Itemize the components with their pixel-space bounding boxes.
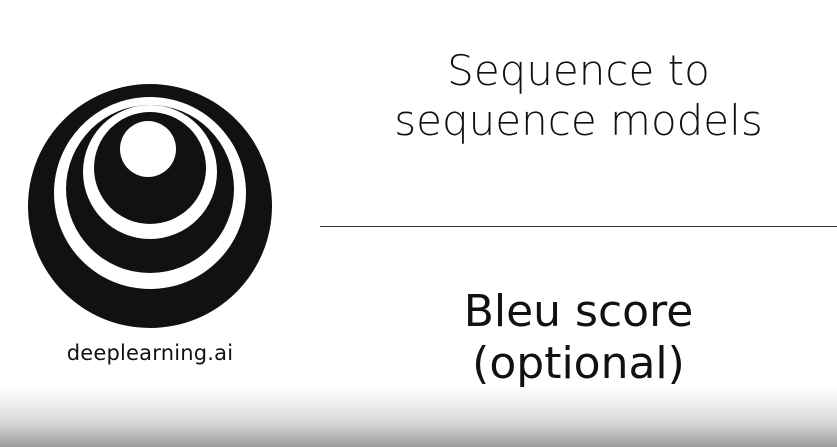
slide-title-line-1: Sequence to (447, 46, 710, 95)
brand-name: deeplearning.ai (66, 341, 234, 365)
deeplearning-logo-icon (28, 84, 272, 328)
slide-title: Sequence to sequence models (320, 46, 837, 145)
slide: deeplearning.ai Sequence to sequence mod… (0, 0, 837, 447)
slide-title-line-2: sequence models (394, 95, 763, 145)
slide-subtitle-line-2: (optional) (472, 337, 685, 389)
title-divider (320, 226, 837, 227)
slide-subtitle: Bleu score (optional) (320, 286, 837, 390)
slide-subtitle-line-1: Bleu score (463, 286, 694, 337)
